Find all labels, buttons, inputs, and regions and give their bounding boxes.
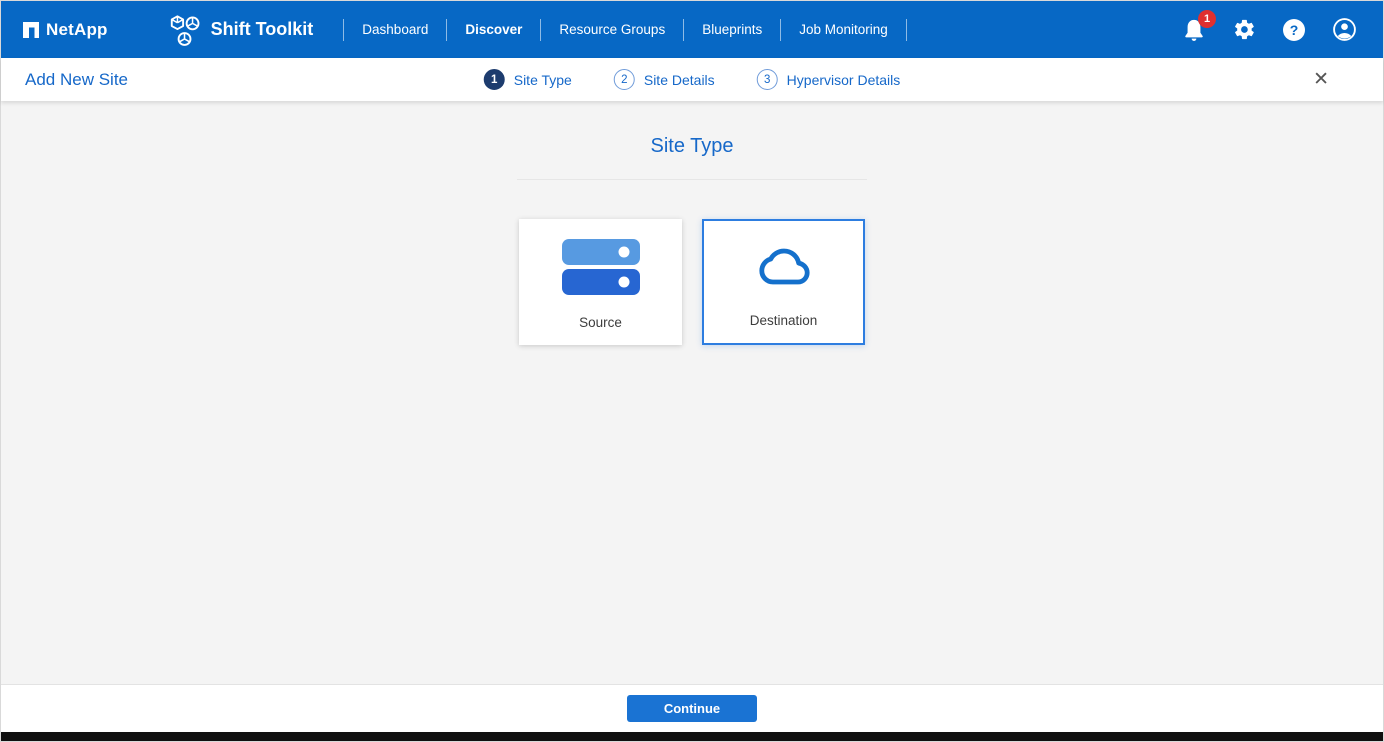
nav-item-dashboard[interactable]: Dashboard: [348, 16, 442, 43]
nav-item-discover[interactable]: Discover: [451, 16, 536, 43]
user-menu-button[interactable]: [1331, 17, 1357, 43]
header-actions: 1 ?: [1181, 17, 1357, 43]
settings-button[interactable]: [1231, 17, 1257, 43]
nav-divider: [906, 19, 907, 41]
app-title: Shift Toolkit: [211, 19, 314, 40]
step-1-circle: 1: [484, 69, 505, 90]
step-3-label: Hypervisor Details: [787, 72, 901, 88]
main-nav: Dashboard Discover Resource Groups Bluep…: [339, 1, 911, 58]
step-site-details[interactable]: 2 Site Details: [614, 69, 715, 90]
nav-divider: [446, 19, 447, 41]
nav-item-blueprints[interactable]: Blueprints: [688, 16, 776, 43]
wizard-footer: Continue: [1, 684, 1383, 732]
step-site-type[interactable]: 1 Site Type: [484, 69, 572, 90]
notification-badge: 1: [1198, 10, 1216, 28]
bottom-window-edge: [1, 732, 1383, 741]
wizard-stepper: 1 Site Type 2 Site Details 3 Hypervisor …: [484, 69, 901, 90]
gear-icon: [1233, 18, 1256, 41]
site-type-cards: Source Destination: [1, 219, 1383, 345]
nav-item-resource-groups[interactable]: Resource Groups: [545, 16, 679, 43]
nav-divider: [683, 19, 684, 41]
user-icon: [1332, 17, 1357, 42]
nav-divider: [540, 19, 541, 41]
page-heading: Site Type: [1, 135, 1383, 158]
source-card-label: Source: [579, 315, 622, 330]
nav-divider: [780, 19, 781, 41]
server-stack-icon: [561, 219, 641, 315]
step-1-label: Site Type: [514, 72, 572, 88]
wizard-bar: Add New Site 1 Site Type 2 Site Details …: [1, 58, 1383, 101]
cloud-icon: [752, 221, 816, 313]
wizard-title: Add New Site: [25, 70, 128, 90]
source-card[interactable]: Source: [519, 219, 682, 345]
netapp-logo[interactable]: NetApp: [23, 20, 108, 40]
netapp-logo-mark-icon: [23, 22, 39, 38]
notifications-button[interactable]: 1: [1181, 17, 1207, 43]
step-3-circle: 3: [757, 69, 778, 90]
destination-card[interactable]: Destination: [702, 219, 865, 345]
close-icon[interactable]: ✕: [1309, 66, 1333, 93]
heading-divider: [517, 179, 867, 180]
netapp-brand-text: NetApp: [46, 20, 108, 40]
nav-item-job-monitoring[interactable]: Job Monitoring: [785, 16, 902, 43]
help-icon: ?: [1283, 19, 1305, 41]
step-hypervisor-details[interactable]: 3 Hypervisor Details: [757, 69, 901, 90]
destination-card-label: Destination: [750, 313, 818, 328]
continue-button[interactable]: Continue: [627, 695, 757, 722]
app-header: NetApp Shift Toolkit Dashboard Discover …: [1, 1, 1383, 58]
shift-toolkit-logo[interactable]: Shift Toolkit: [168, 13, 314, 47]
site-type-panel: Site Type Source Destination: [1, 101, 1383, 684]
help-button[interactable]: ?: [1281, 17, 1307, 43]
shift-toolkit-logo-icon: [168, 13, 202, 47]
nav-divider: [343, 19, 344, 41]
step-2-circle: 2: [614, 69, 635, 90]
step-2-label: Site Details: [644, 72, 715, 88]
